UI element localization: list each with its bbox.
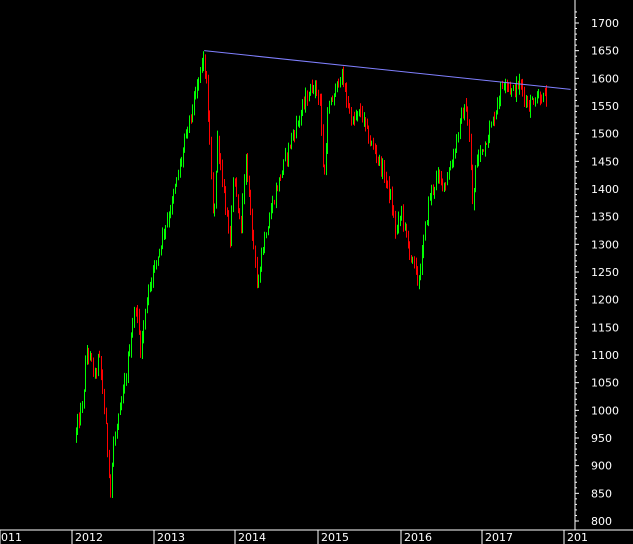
x-tick-label: 011 <box>1 531 22 544</box>
y-tick-label: 1350 <box>591 211 619 224</box>
y-tick-label: 1650 <box>591 45 619 58</box>
y-tick-label: 850 <box>591 487 612 500</box>
x-tick-label: 2015 <box>321 531 349 544</box>
y-tick-label: 1600 <box>591 72 619 85</box>
x-tick-label: 2017 <box>485 531 513 544</box>
y-tick-label: 1100 <box>591 349 619 362</box>
y-tick-label: 1250 <box>591 266 619 279</box>
candlestick-chart: 800 850 900 950 1000 1050 1100 1150 1200 1250 1300… <box>0 0 633 544</box>
y-tick-label: 1450 <box>591 155 619 168</box>
y-tick-label: 1300 <box>591 238 619 251</box>
x-tick-label: 2013 <box>157 531 185 544</box>
y-tick-label: 950 <box>591 432 612 445</box>
y-tick-label: 900 <box>591 460 612 473</box>
y-tick-label: 1500 <box>591 128 619 141</box>
chart-container: 800 850 900 950 1000 1050 1100 1150 1200 1250 1300… <box>0 0 633 544</box>
x-tick-label: 2014 <box>238 531 266 544</box>
y-tick-label: 1700 <box>591 17 619 30</box>
y-tick-label: 1150 <box>591 321 619 334</box>
y-tick-label: 1200 <box>591 294 619 307</box>
y-tick-label: 1550 <box>591 100 619 113</box>
x-tick-label: 2012 <box>75 531 103 544</box>
y-tick-label: 1050 <box>591 377 619 390</box>
y-tick-label: 800 <box>591 515 612 528</box>
x-tick-label: 2016 <box>404 531 432 544</box>
y-tick-label: 1400 <box>591 183 619 196</box>
y-tick-label: 1000 <box>591 404 619 417</box>
x-tick-label: 201 <box>567 531 588 544</box>
